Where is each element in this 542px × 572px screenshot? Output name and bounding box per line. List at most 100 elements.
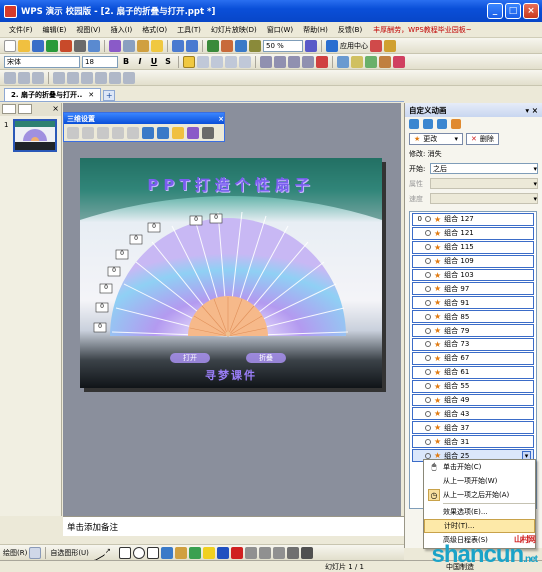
increase-font-icon[interactable]	[288, 55, 300, 68]
animation-item[interactable]: ★ 组合 67	[412, 351, 534, 365]
show-formatting-icon[interactable]	[123, 71, 135, 84]
animation-item[interactable]: ★ 组合 91	[412, 296, 534, 310]
tilt-down-icon[interactable]	[82, 127, 94, 139]
new-tab-button[interactable]: +	[103, 90, 116, 101]
align-right-icon[interactable]	[211, 55, 223, 68]
animation-item[interactable]: ★ 组合 61	[412, 365, 534, 379]
3d-color-icon[interactable]	[202, 127, 214, 139]
slide-thumbnail[interactable]	[13, 119, 57, 152]
distribute-icon[interactable]	[239, 55, 251, 68]
animation-item[interactable]: ★ 组合 31	[412, 435, 534, 449]
close-button[interactable]: ×	[523, 3, 539, 19]
select-icon[interactable]	[29, 546, 42, 559]
menu-format[interactable]: 格式(O)	[137, 25, 172, 35]
animation-item[interactable]: ★ 组合 103	[412, 268, 534, 282]
clipart-icon[interactable]	[174, 546, 187, 559]
bold-button[interactable]: B	[120, 57, 132, 66]
summary-icon[interactable]	[109, 71, 121, 84]
menu-item-timing[interactable]: 计时(T)...	[424, 519, 535, 533]
tab-slides[interactable]	[18, 104, 32, 114]
animation-item[interactable]: ★ 组合 109	[412, 254, 534, 268]
line-color-icon[interactable]	[216, 546, 229, 559]
animation-item[interactable]: 0 ★ 组合 127	[412, 213, 534, 226]
animation-item[interactable]: ★ 组合 49	[412, 393, 534, 407]
move-up-icon[interactable]	[53, 71, 65, 84]
rectangle-icon[interactable]	[118, 546, 131, 559]
forward-icon[interactable]	[423, 119, 433, 129]
menu-insert[interactable]: 插入(I)	[106, 25, 138, 35]
align-left-icon[interactable]	[183, 55, 195, 68]
skin-icon[interactable]	[370, 39, 382, 52]
chevron-down-icon[interactable]: ▾	[525, 106, 529, 115]
decrease-font-icon[interactable]	[302, 55, 314, 68]
home-icon[interactable]	[437, 119, 447, 129]
menu-item-after-previous[interactable]: ◷ 从上一项之后开始(A)	[424, 488, 535, 502]
cut-icon[interactable]	[109, 39, 121, 52]
paste-icon[interactable]	[137, 39, 149, 52]
font-size-select[interactable]: 18	[82, 55, 118, 68]
shadow-icon[interactable]	[286, 546, 299, 559]
animation-item[interactable]: ★ 组合 121	[412, 226, 534, 240]
menu-help[interactable]: 帮助(H)	[298, 25, 333, 35]
preview-icon[interactable]	[88, 39, 100, 52]
line-icon[interactable]	[88, 544, 106, 561]
app-center-label[interactable]: 应用中心	[340, 41, 368, 51]
ellipse-icon[interactable]	[132, 546, 145, 559]
minimize-button[interactable]: _	[487, 3, 503, 19]
animation-item[interactable]: ★ 组合 37	[412, 421, 534, 435]
app-center-icon[interactable]	[326, 39, 338, 52]
menu-file[interactable]: 文件(F)	[4, 25, 38, 35]
notes-pane[interactable]: 单击添加备注	[63, 516, 404, 536]
maximize-button[interactable]: □	[505, 3, 521, 19]
animation-item[interactable]: ★ 组合 115	[412, 240, 534, 254]
textbox-icon[interactable]	[146, 546, 159, 559]
design-icon[interactable]	[337, 55, 349, 68]
animation-item[interactable]: ★ 组合 85	[412, 310, 534, 324]
slide-design-icon[interactable]	[379, 55, 391, 68]
menu-item-with-previous[interactable]: 从上一项开始(W)	[424, 474, 535, 488]
menu-item-effect-options[interactable]: 效果选项(E)...	[424, 505, 535, 519]
chart-icon[interactable]	[221, 39, 233, 52]
tilt-left-icon[interactable]	[112, 127, 124, 139]
fill-color-icon[interactable]	[202, 546, 215, 559]
format-painter-icon[interactable]	[151, 39, 163, 52]
copy-icon[interactable]	[123, 39, 135, 52]
slide-canvas[interactable]: PPT打造个性扇子 0 0 0 0 0 0 0 0 0 打开 折叠 寻梦课件	[80, 158, 382, 388]
table-icon[interactable]	[207, 39, 219, 52]
justify-icon[interactable]	[225, 55, 237, 68]
3d-icon[interactable]	[300, 546, 313, 559]
fold-fan-button[interactable]: 折叠	[246, 353, 286, 363]
tilt-right-icon[interactable]	[127, 127, 139, 139]
back-icon[interactable]	[409, 119, 419, 129]
menu-edit[interactable]: 编辑(E)	[38, 25, 72, 35]
depth-icon[interactable]	[142, 127, 154, 139]
autoshape-menu[interactable]: 自选图形(U)	[50, 548, 89, 558]
underline-button[interactable]: U	[148, 57, 160, 66]
font-color-icon[interactable]	[316, 55, 328, 68]
zoom-select[interactable]: 50 %	[263, 39, 303, 52]
tilt-up-icon[interactable]	[97, 127, 109, 139]
delete-effect-button[interactable]: ✕ 删除	[466, 133, 499, 145]
picture-icon[interactable]	[235, 39, 247, 52]
image-icon[interactable]	[188, 546, 201, 559]
menu-tools[interactable]: 工具(T)	[172, 25, 206, 35]
close-pane-icon[interactable]: ×	[52, 104, 59, 115]
undo-icon[interactable]	[172, 39, 184, 52]
animation-item[interactable]: ★ 组合 73	[412, 338, 534, 351]
start-select[interactable]: 之后 ▾	[430, 163, 538, 174]
tab-outline[interactable]	[2, 104, 16, 114]
move-down-icon[interactable]	[67, 71, 79, 84]
shadow-button[interactable]: S	[162, 57, 174, 66]
font-color-icon[interactable]	[230, 546, 243, 559]
help-icon[interactable]	[305, 39, 317, 52]
wordart-icon[interactable]	[160, 546, 173, 559]
font-name-select[interactable]: 宋体	[4, 55, 80, 68]
surface-icon[interactable]	[187, 127, 199, 139]
collapse-icon[interactable]	[81, 71, 93, 84]
animation-item[interactable]: ★ 组合 79	[412, 324, 534, 338]
export-icon[interactable]	[46, 39, 58, 52]
align-center-icon[interactable]	[197, 55, 209, 68]
line-style-icon[interactable]	[244, 546, 257, 559]
draw-menu[interactable]: 绘图(R)	[3, 548, 27, 558]
pdf-icon[interactable]	[60, 39, 72, 52]
